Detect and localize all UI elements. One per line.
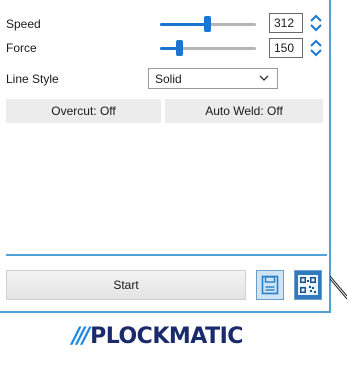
speed-spinner-icon[interactable] bbox=[309, 13, 323, 33]
chevron-down-icon bbox=[259, 75, 269, 81]
qr-code-icon bbox=[298, 275, 318, 295]
force-label: Force bbox=[6, 41, 37, 55]
settings-panel: Speed 312 Force 150 Line Style Solid Ove… bbox=[0, 0, 331, 313]
overcut-toggle[interactable]: Overcut: Off bbox=[6, 99, 161, 123]
line-style-select[interactable]: Solid bbox=[148, 68, 278, 89]
save-button[interactable] bbox=[256, 270, 284, 300]
speed-label: Speed bbox=[6, 17, 41, 31]
qr-code-button[interactable] bbox=[294, 270, 322, 300]
plockmatic-logo: /// PLOCKMATIC bbox=[72, 321, 243, 351]
connector-line-icon bbox=[330, 275, 347, 300]
speed-slider-thumb[interactable] bbox=[204, 16, 211, 32]
force-slider[interactable] bbox=[160, 40, 256, 56]
force-slider-thumb[interactable] bbox=[176, 40, 183, 56]
speed-slider[interactable] bbox=[160, 16, 256, 32]
save-icon bbox=[261, 275, 279, 295]
speed-input[interactable]: 312 bbox=[269, 13, 303, 33]
line-style-label: Line Style bbox=[6, 72, 59, 86]
force-input[interactable]: 150 bbox=[269, 38, 303, 58]
logo-wordmark: PLOCKMATIC bbox=[90, 323, 243, 349]
line-style-value: Solid bbox=[155, 72, 182, 86]
speed-slider-fill bbox=[160, 23, 208, 26]
auto-weld-toggle[interactable]: Auto Weld: Off bbox=[165, 99, 323, 123]
force-spinner-icon[interactable] bbox=[309, 38, 323, 58]
start-button[interactable]: Start bbox=[6, 270, 246, 300]
logo-slashes: /// bbox=[72, 323, 90, 349]
divider bbox=[6, 254, 327, 256]
